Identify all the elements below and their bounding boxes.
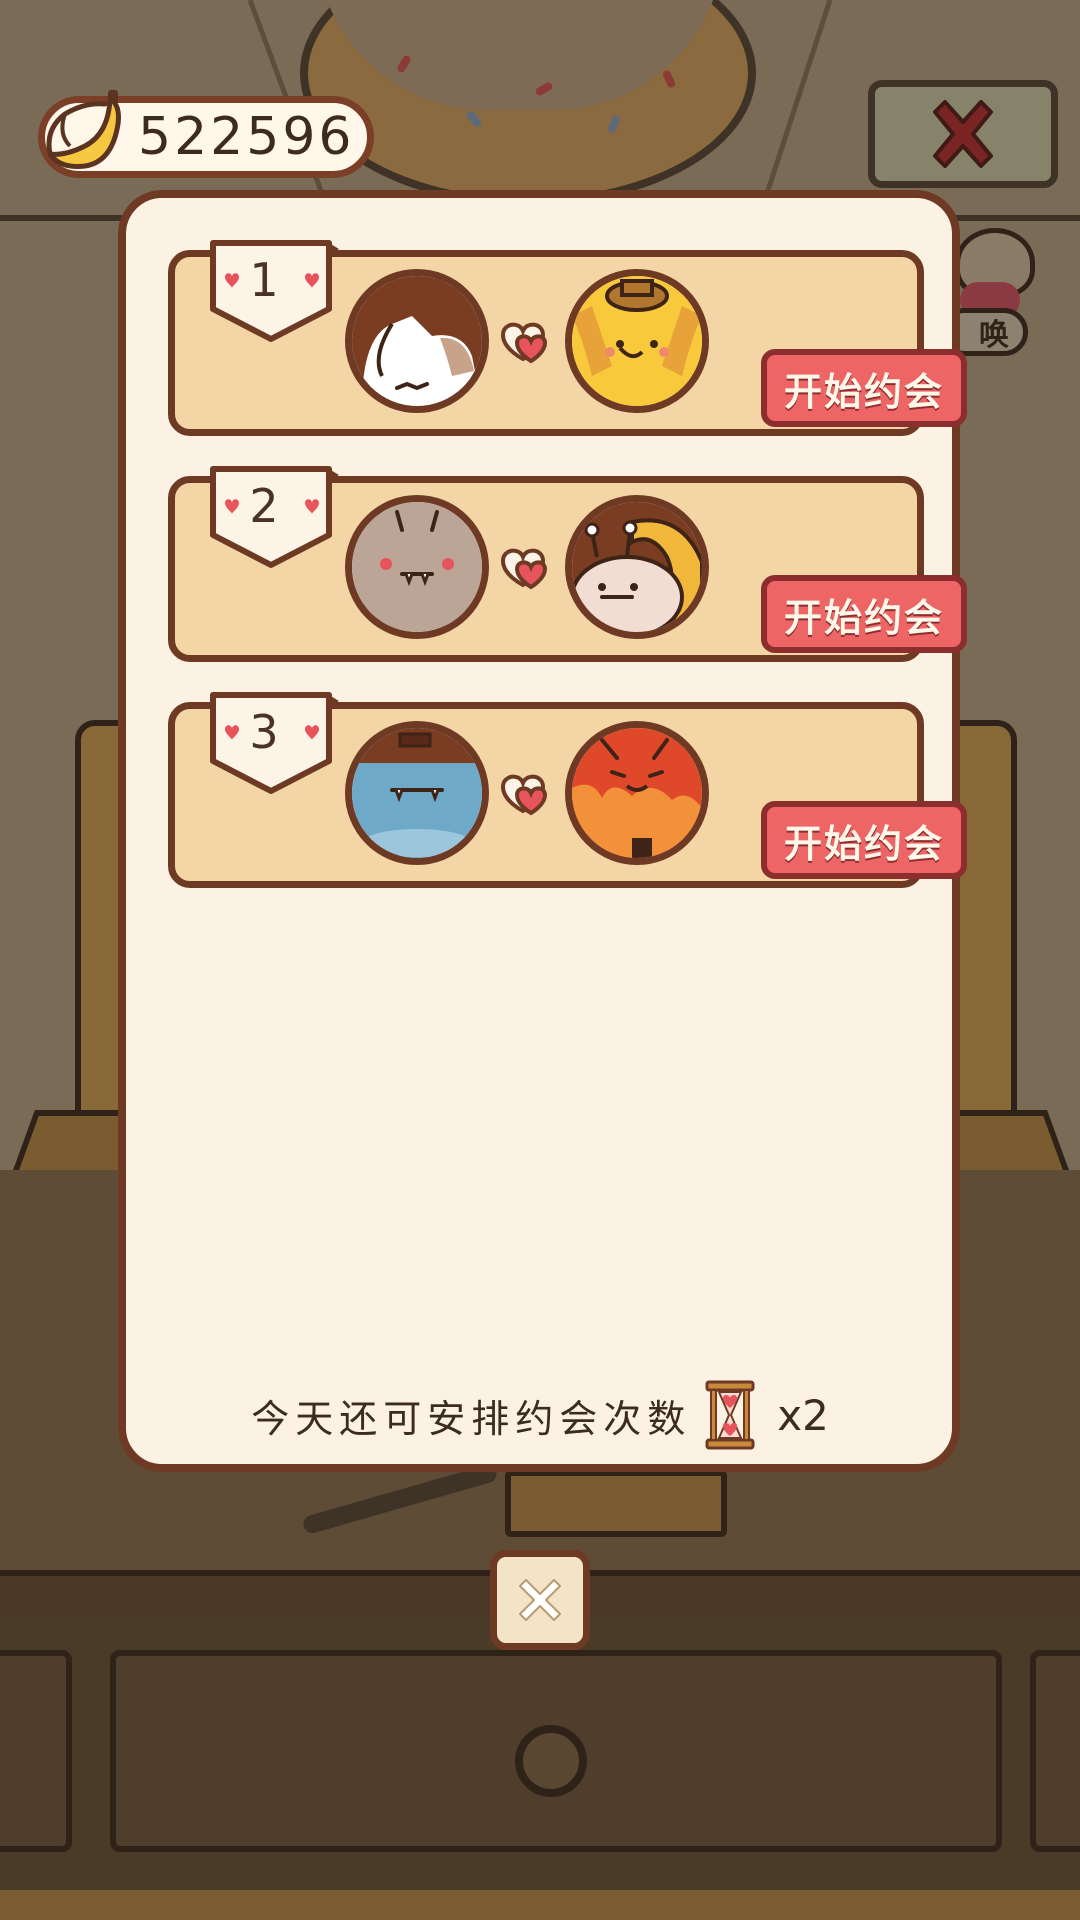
start-date-button[interactable]: 开始约会 xyxy=(761,801,967,879)
drawer-knob xyxy=(515,1725,587,1797)
remaining-dates-label: 今天还可安排约会次数 xyxy=(251,1396,692,1441)
orange-fluffy-icon xyxy=(572,728,702,858)
close-icon xyxy=(519,1579,561,1621)
white-brown-creature-icon xyxy=(352,276,482,406)
heart-icon xyxy=(500,548,548,590)
avatar-left[interactable] xyxy=(345,269,489,413)
grey-horned-blob-icon xyxy=(352,502,482,632)
avatar-left[interactable] xyxy=(345,721,489,865)
avatar-right[interactable] xyxy=(565,495,709,639)
snail-creature-icon xyxy=(572,502,702,632)
drawer-left xyxy=(0,1650,72,1852)
remaining-dates-row: 今天还可安排约会次数 x2 xyxy=(0,1380,1080,1450)
start-date-button[interactable]: 开始约会 xyxy=(761,575,967,653)
hourglass-heart-icon xyxy=(705,1380,755,1450)
avatar-left[interactable] xyxy=(345,495,489,639)
blue-blob-icon xyxy=(352,728,482,858)
heart-icon xyxy=(500,774,548,816)
rank-number: 3 xyxy=(249,705,279,759)
rank-number: 1 xyxy=(249,253,279,307)
close-icon xyxy=(933,100,993,168)
avatar-right[interactable] xyxy=(565,269,709,413)
avatar-right[interactable] xyxy=(565,721,709,865)
date-card: 1 开始约会 xyxy=(168,240,967,436)
date-card: 3 开始约会 xyxy=(168,692,967,888)
panel-close-button[interactable] xyxy=(490,1550,590,1650)
yellow-dog-icon xyxy=(572,276,702,406)
banana-count: 522596 xyxy=(138,107,355,167)
heart-icon xyxy=(500,322,548,364)
top-close-button[interactable] xyxy=(868,80,1058,188)
date-card: 2 开始约会 xyxy=(168,466,967,662)
remaining-dates-count: x2 xyxy=(777,1390,829,1440)
banana-icon xyxy=(46,90,121,169)
summon-chip-label: 唤 xyxy=(979,318,1009,353)
date-panel: 1 开始约会 2 开始约会 3 开始约会 xyxy=(118,190,967,1472)
book xyxy=(505,1470,727,1537)
floor-strip xyxy=(0,1890,1080,1920)
rank-number: 2 xyxy=(249,479,279,533)
start-date-button[interactable]: 开始约会 xyxy=(761,349,967,427)
drawer-right xyxy=(1030,1650,1080,1852)
